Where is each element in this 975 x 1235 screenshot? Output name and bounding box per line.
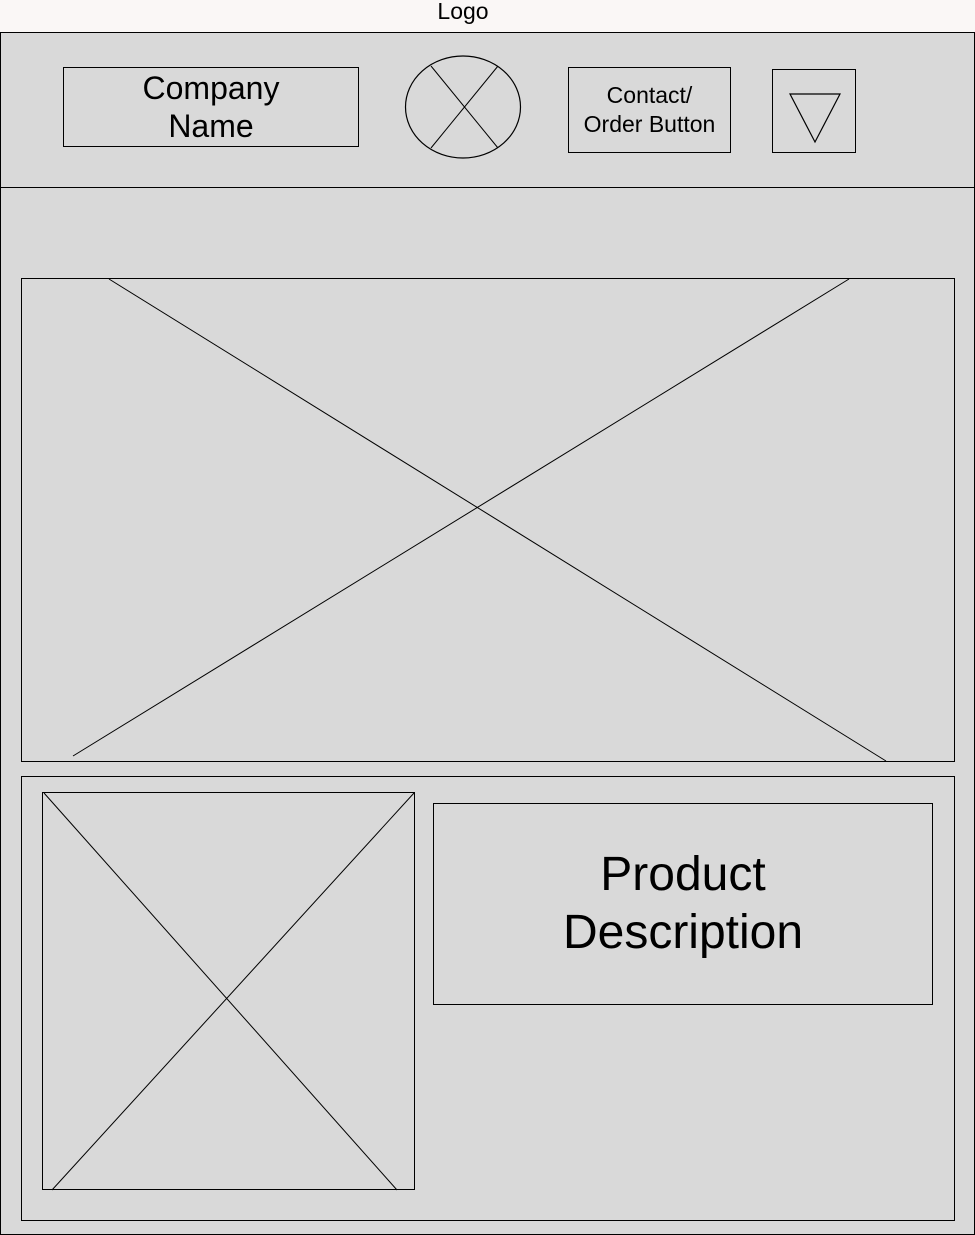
wireframe-canvas: Logo Company Name Contact/ Order Button … [0,0,975,1235]
product-image-placeholder [42,792,415,1191]
logo-label: Logo [437,0,489,24]
contact-order-button[interactable]: Contact/ Order Button [568,67,731,153]
triangle-down-icon [789,93,841,144]
hero-image-icon [72,278,887,762]
logo-circle-graphic [404,55,522,159]
product-description-box: Product Description [433,803,933,1005]
company-name-box: Company Name [63,67,359,147]
menu-dropdown-button[interactable] [772,69,856,153]
product-image-icon [43,792,415,1191]
hero-image-placeholder [21,278,955,762]
logo-placeholder-icon [404,55,522,159]
